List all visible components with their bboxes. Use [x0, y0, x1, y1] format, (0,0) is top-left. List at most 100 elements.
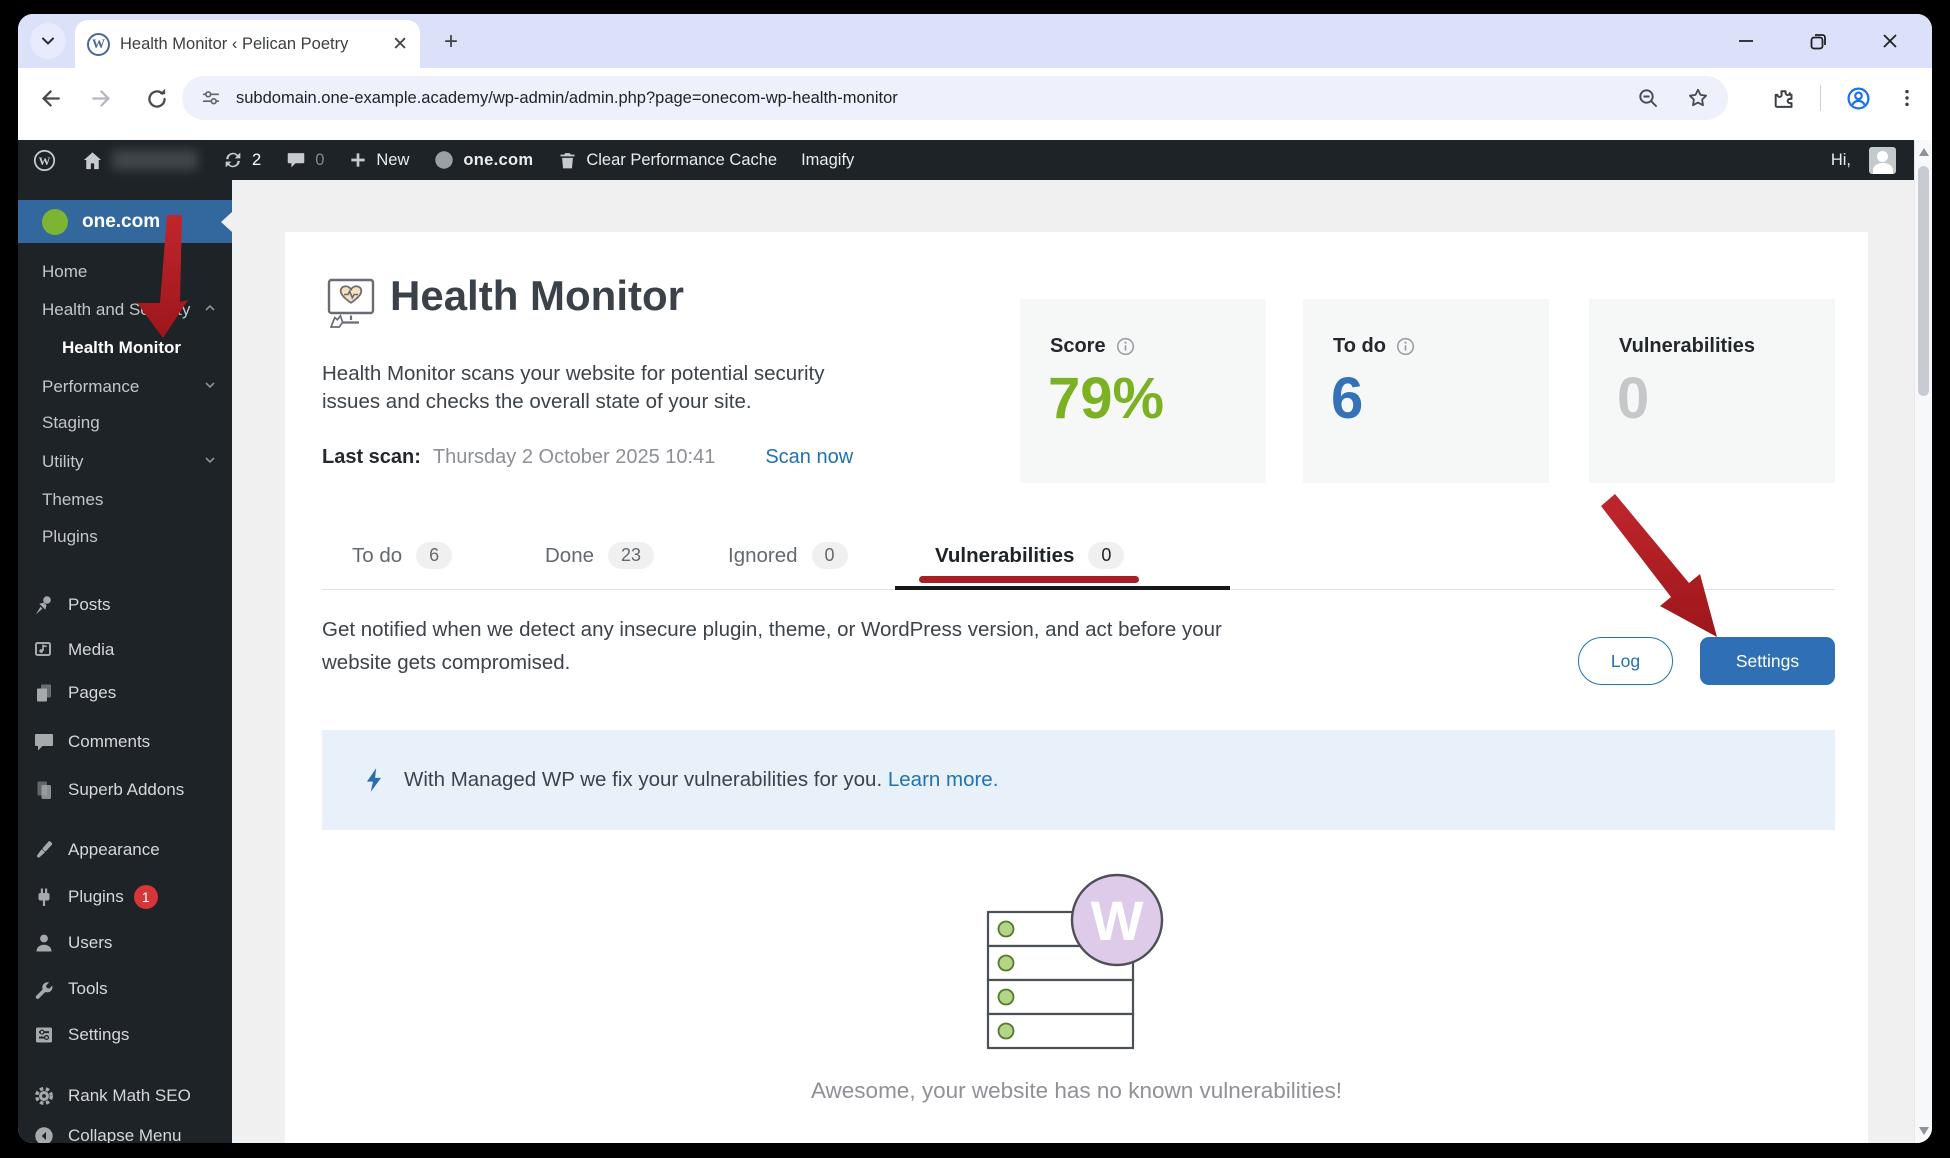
log-button[interactable]: Log — [1578, 637, 1673, 685]
svg-text:W: W — [39, 153, 51, 167]
greeting-text: Hi, — [1830, 150, 1851, 169]
sidebar-item-performance[interactable]: Performance — [18, 371, 232, 403]
sidebar-item-comments[interactable]: Comments — [18, 726, 232, 758]
settings-button[interactable]: Settings — [1700, 637, 1835, 685]
bookmark-star-icon[interactable] — [1686, 86, 1710, 110]
scan-now-link[interactable]: Scan now — [765, 446, 853, 469]
sidebar-item-staging[interactable]: Staging — [18, 407, 232, 439]
sidebar-item-onecom[interactable]: one.com — [18, 200, 232, 243]
site-settings-icon[interactable] — [200, 87, 222, 109]
sidebar-item-home[interactable]: Home — [18, 256, 232, 288]
sidebar-item-settings[interactable]: Settings — [18, 1019, 232, 1051]
avatar — [1869, 146, 1896, 174]
page-scrollbar[interactable] — [1914, 140, 1932, 1143]
active-tab-indicator — [895, 586, 1230, 590]
window-controls — [1730, 14, 1932, 68]
imagify-menu[interactable]: Imagify — [801, 151, 854, 170]
menu-dots-icon[interactable] — [1896, 87, 1918, 109]
new-tab-button[interactable]: + — [436, 27, 466, 57]
info-icon[interactable] — [1396, 337, 1415, 356]
updates-menu[interactable]: 2 — [222, 149, 261, 171]
plus-icon — [351, 153, 366, 167]
scrollbar-thumb[interactable] — [1918, 166, 1929, 396]
onecom-label: one.com — [463, 150, 534, 169]
todo-card: To do 6 — [1303, 299, 1549, 483]
sidebar-item-appearance[interactable]: Appearance — [18, 834, 232, 866]
sidebar-item-health-monitor[interactable]: Health Monitor — [18, 332, 232, 364]
sidebar-item-plugins[interactable]: Plugins 1 — [18, 881, 232, 913]
superb-addons-icon — [37, 781, 51, 799]
clear-cache-menu[interactable]: Clear Performance Cache — [557, 150, 777, 171]
sidebar-item-tools[interactable]: Tools — [18, 973, 232, 1005]
sidebar-item-plugins-onecom[interactable]: Plugins — [18, 521, 232, 553]
forward-icon[interactable] — [90, 86, 116, 112]
tab-title: Health Monitor ‹ Pelican Poetry — [120, 34, 349, 53]
minimize-button[interactable] — [1730, 33, 1762, 49]
settings-sliders-icon — [36, 1027, 52, 1043]
health-monitor-card: Health Monitor Health Monitor scans your… — [285, 232, 1868, 1143]
users-icon — [36, 934, 52, 952]
tab-todo[interactable]: To do 6 — [352, 542, 453, 569]
profile-icon[interactable] — [1845, 85, 1872, 112]
browser-tab[interactable]: W Health Monitor ‹ Pelican Poetry ✕ — [75, 20, 420, 68]
zoom-icon[interactable] — [1636, 86, 1660, 110]
collapse-arrow-icon — [35, 1127, 53, 1143]
redacted-site-name — [112, 150, 198, 170]
lightning-bolt-icon — [366, 768, 382, 792]
page-description: Health Monitor scans your website for po… — [322, 362, 825, 413]
chevron-down-icon — [202, 377, 218, 398]
reload-icon[interactable] — [144, 86, 170, 112]
page-title: Health Monitor — [390, 272, 684, 319]
vulnerabilities-description: Get notified when we detect any insecure… — [322, 618, 1222, 674]
sidebar-item-collapse-menu[interactable]: Collapse Menu — [18, 1120, 232, 1143]
sidebar-item-users[interactable]: Users — [18, 927, 232, 959]
todo-label: To do — [1333, 335, 1386, 357]
annotation-red-underline — [919, 576, 1139, 583]
score-label: Score — [1050, 335, 1106, 357]
close-button[interactable] — [1874, 33, 1906, 49]
comments-menu[interactable]: 0 — [285, 149, 324, 171]
url-bar[interactable]: subdomain.one-example.academy/wp-admin/a… — [182, 76, 1728, 120]
tab-close-icon[interactable]: ✕ — [392, 33, 408, 56]
sidebar-item-utility[interactable]: Utility — [18, 446, 232, 478]
wp-admin-bar: W 2 0 New one.com Clear Performance Cach… — [18, 140, 1914, 180]
browser-toolbar: subdomain.one-example.academy/wp-admin/a… — [18, 68, 1932, 140]
tab-search-button[interactable] — [30, 23, 66, 59]
sidebar-item-health-and-security[interactable]: Health and Security — [18, 294, 232, 326]
vulnerabilities-card: Vulnerabilities 0 — [1589, 299, 1835, 483]
info-icon[interactable] — [1116, 337, 1135, 356]
sidebar-item-posts[interactable]: Posts — [18, 589, 232, 621]
sidebar-item-pages[interactable]: Pages — [18, 677, 232, 709]
tab-count-badge: 0 — [1088, 542, 1125, 569]
wrench-icon — [35, 982, 53, 999]
sidebar-item-themes[interactable]: Themes — [18, 484, 232, 516]
onecom-menu[interactable]: one.com — [433, 149, 533, 171]
scroll-up-arrow-icon[interactable] — [1919, 148, 1929, 156]
tab-done[interactable]: Done 23 — [545, 542, 655, 569]
comment-bubble-icon — [287, 153, 305, 168]
score-value: 79% — [1048, 366, 1165, 431]
tab-vulnerabilities[interactable]: Vulnerabilities 0 — [935, 542, 1125, 569]
new-content-menu[interactable]: New — [348, 150, 409, 170]
wordpress-favicon-icon: W — [87, 32, 110, 56]
scroll-down-arrow-icon[interactable] — [1919, 1127, 1929, 1135]
tab-ignored[interactable]: Ignored 0 — [728, 542, 848, 569]
media-icon — [35, 642, 51, 656]
tab-count-badge: 0 — [811, 542, 848, 569]
empty-state-message: Awesome, your website has no known vulne… — [810, 1078, 1343, 1103]
chevron-down-icon — [42, 37, 54, 45]
clear-cache-label: Clear Performance Cache — [586, 150, 778, 169]
score-card: Score 79% — [1020, 299, 1266, 483]
account-menu[interactable]: Hi, — [1830, 146, 1914, 174]
health-monitor-icon — [321, 276, 377, 335]
restore-button[interactable] — [1802, 33, 1834, 50]
sidebar-item-superb-addons[interactable]: Superb Addons — [18, 774, 232, 806]
extensions-icon[interactable] — [1771, 86, 1796, 111]
wp-logo-menu[interactable]: W — [32, 148, 57, 173]
back-icon[interactable] — [36, 86, 62, 112]
site-name-menu[interactable] — [81, 149, 198, 172]
sidebar-item-rank-math-seo[interactable]: Rank Math SEO — [18, 1080, 232, 1112]
learn-more-link[interactable]: Learn more. — [888, 768, 999, 791]
sidebar-item-media[interactable]: Media — [18, 634, 232, 666]
url-text[interactable]: subdomain.one-example.academy/wp-admin/a… — [236, 89, 1626, 108]
